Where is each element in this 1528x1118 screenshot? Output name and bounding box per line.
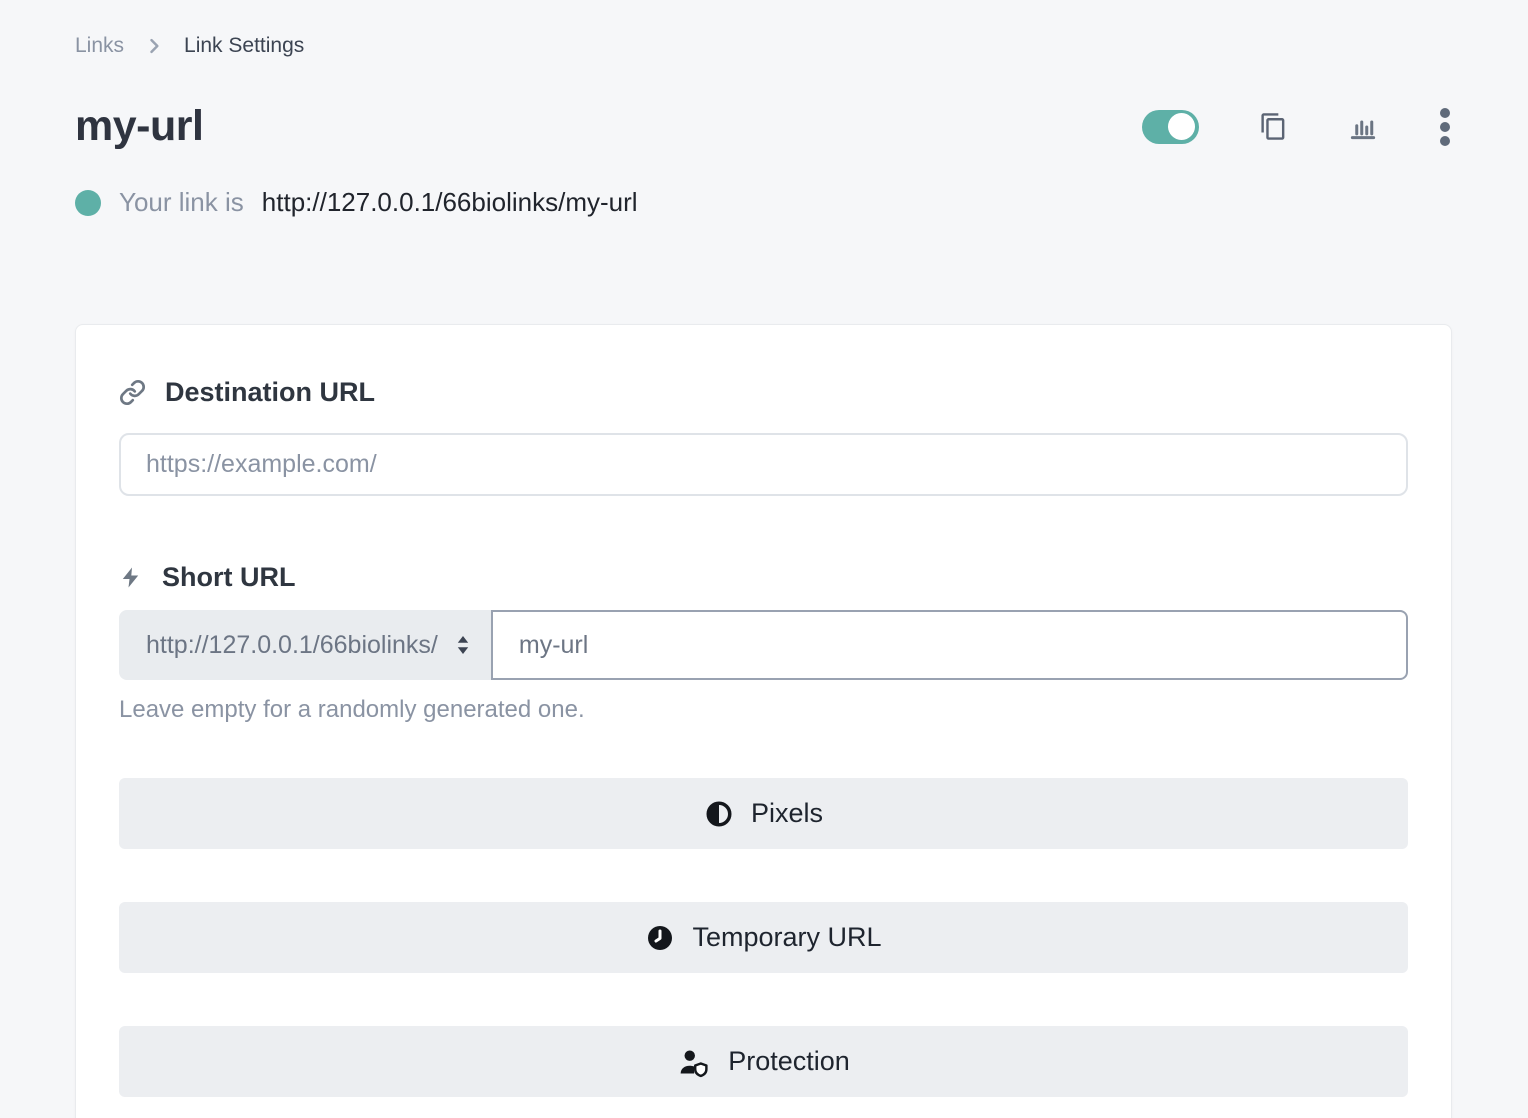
- pixels-section-button[interactable]: Pixels: [119, 778, 1408, 849]
- page-title: my-url: [75, 102, 203, 151]
- domain-select-value: http://127.0.0.1/66biolinks/: [146, 631, 438, 660]
- temporary-url-section-button[interactable]: Temporary URL: [119, 902, 1408, 973]
- bar-chart-icon: [1348, 112, 1378, 142]
- protection-section-button[interactable]: Protection: [119, 1026, 1408, 1097]
- contrast-icon: [704, 799, 734, 829]
- destination-url-input[interactable]: [119, 433, 1408, 496]
- pixels-button-label: Pixels: [751, 798, 823, 829]
- temporary-url-button-label: Temporary URL: [692, 922, 881, 953]
- short-url-label-row: Short URL: [119, 560, 1408, 594]
- clock-icon: [645, 923, 675, 953]
- short-url-section: Short URL http://127.0.0.1/66biolinks/ L…: [119, 560, 1408, 724]
- copy-icon: [1259, 112, 1288, 141]
- kebab-menu-icon: [1438, 106, 1452, 148]
- short-url-label: Short URL: [162, 562, 295, 593]
- page-header: my-url: [75, 102, 1452, 151]
- chevron-right-icon: [144, 36, 164, 56]
- toggle-knob: [1168, 113, 1195, 140]
- breadcrumb-link-settings: Link Settings: [184, 34, 304, 58]
- protection-button-label: Protection: [728, 1046, 850, 1077]
- destination-url-label: Destination URL: [165, 377, 375, 408]
- domain-select[interactable]: http://127.0.0.1/66biolinks/: [119, 610, 491, 680]
- more-options-button[interactable]: [1438, 106, 1452, 148]
- status-dot-icon: [75, 190, 101, 216]
- breadcrumb-links[interactable]: Links: [75, 34, 124, 58]
- destination-url-label-row: Destination URL: [119, 375, 1408, 409]
- copy-link-button[interactable]: [1259, 112, 1288, 141]
- breadcrumb: Links Link Settings: [75, 32, 1452, 60]
- header-controls: [1142, 106, 1452, 148]
- link-enabled-toggle[interactable]: [1142, 110, 1199, 144]
- link-status-row: Your link is http://127.0.0.1/66biolinks…: [75, 187, 1452, 218]
- link-settings-page: Links Link Settings my-url: [0, 0, 1528, 1118]
- link-settings-card: Destination URL Short URL http://127.0.0…: [75, 324, 1452, 1118]
- user-shield-icon: [677, 1046, 711, 1078]
- bolt-icon: [119, 564, 143, 591]
- link-icon: [119, 379, 146, 406]
- short-url-input-group: http://127.0.0.1/66biolinks/: [119, 610, 1408, 680]
- statistics-button[interactable]: [1348, 112, 1378, 142]
- short-url-input[interactable]: [491, 610, 1408, 680]
- short-link-url[interactable]: http://127.0.0.1/66biolinks/my-url: [262, 187, 638, 218]
- short-url-helper: Leave empty for a randomly generated one…: [119, 696, 1408, 724]
- sort-arrows-icon: [453, 633, 473, 657]
- status-prefix: Your link is: [119, 187, 244, 218]
